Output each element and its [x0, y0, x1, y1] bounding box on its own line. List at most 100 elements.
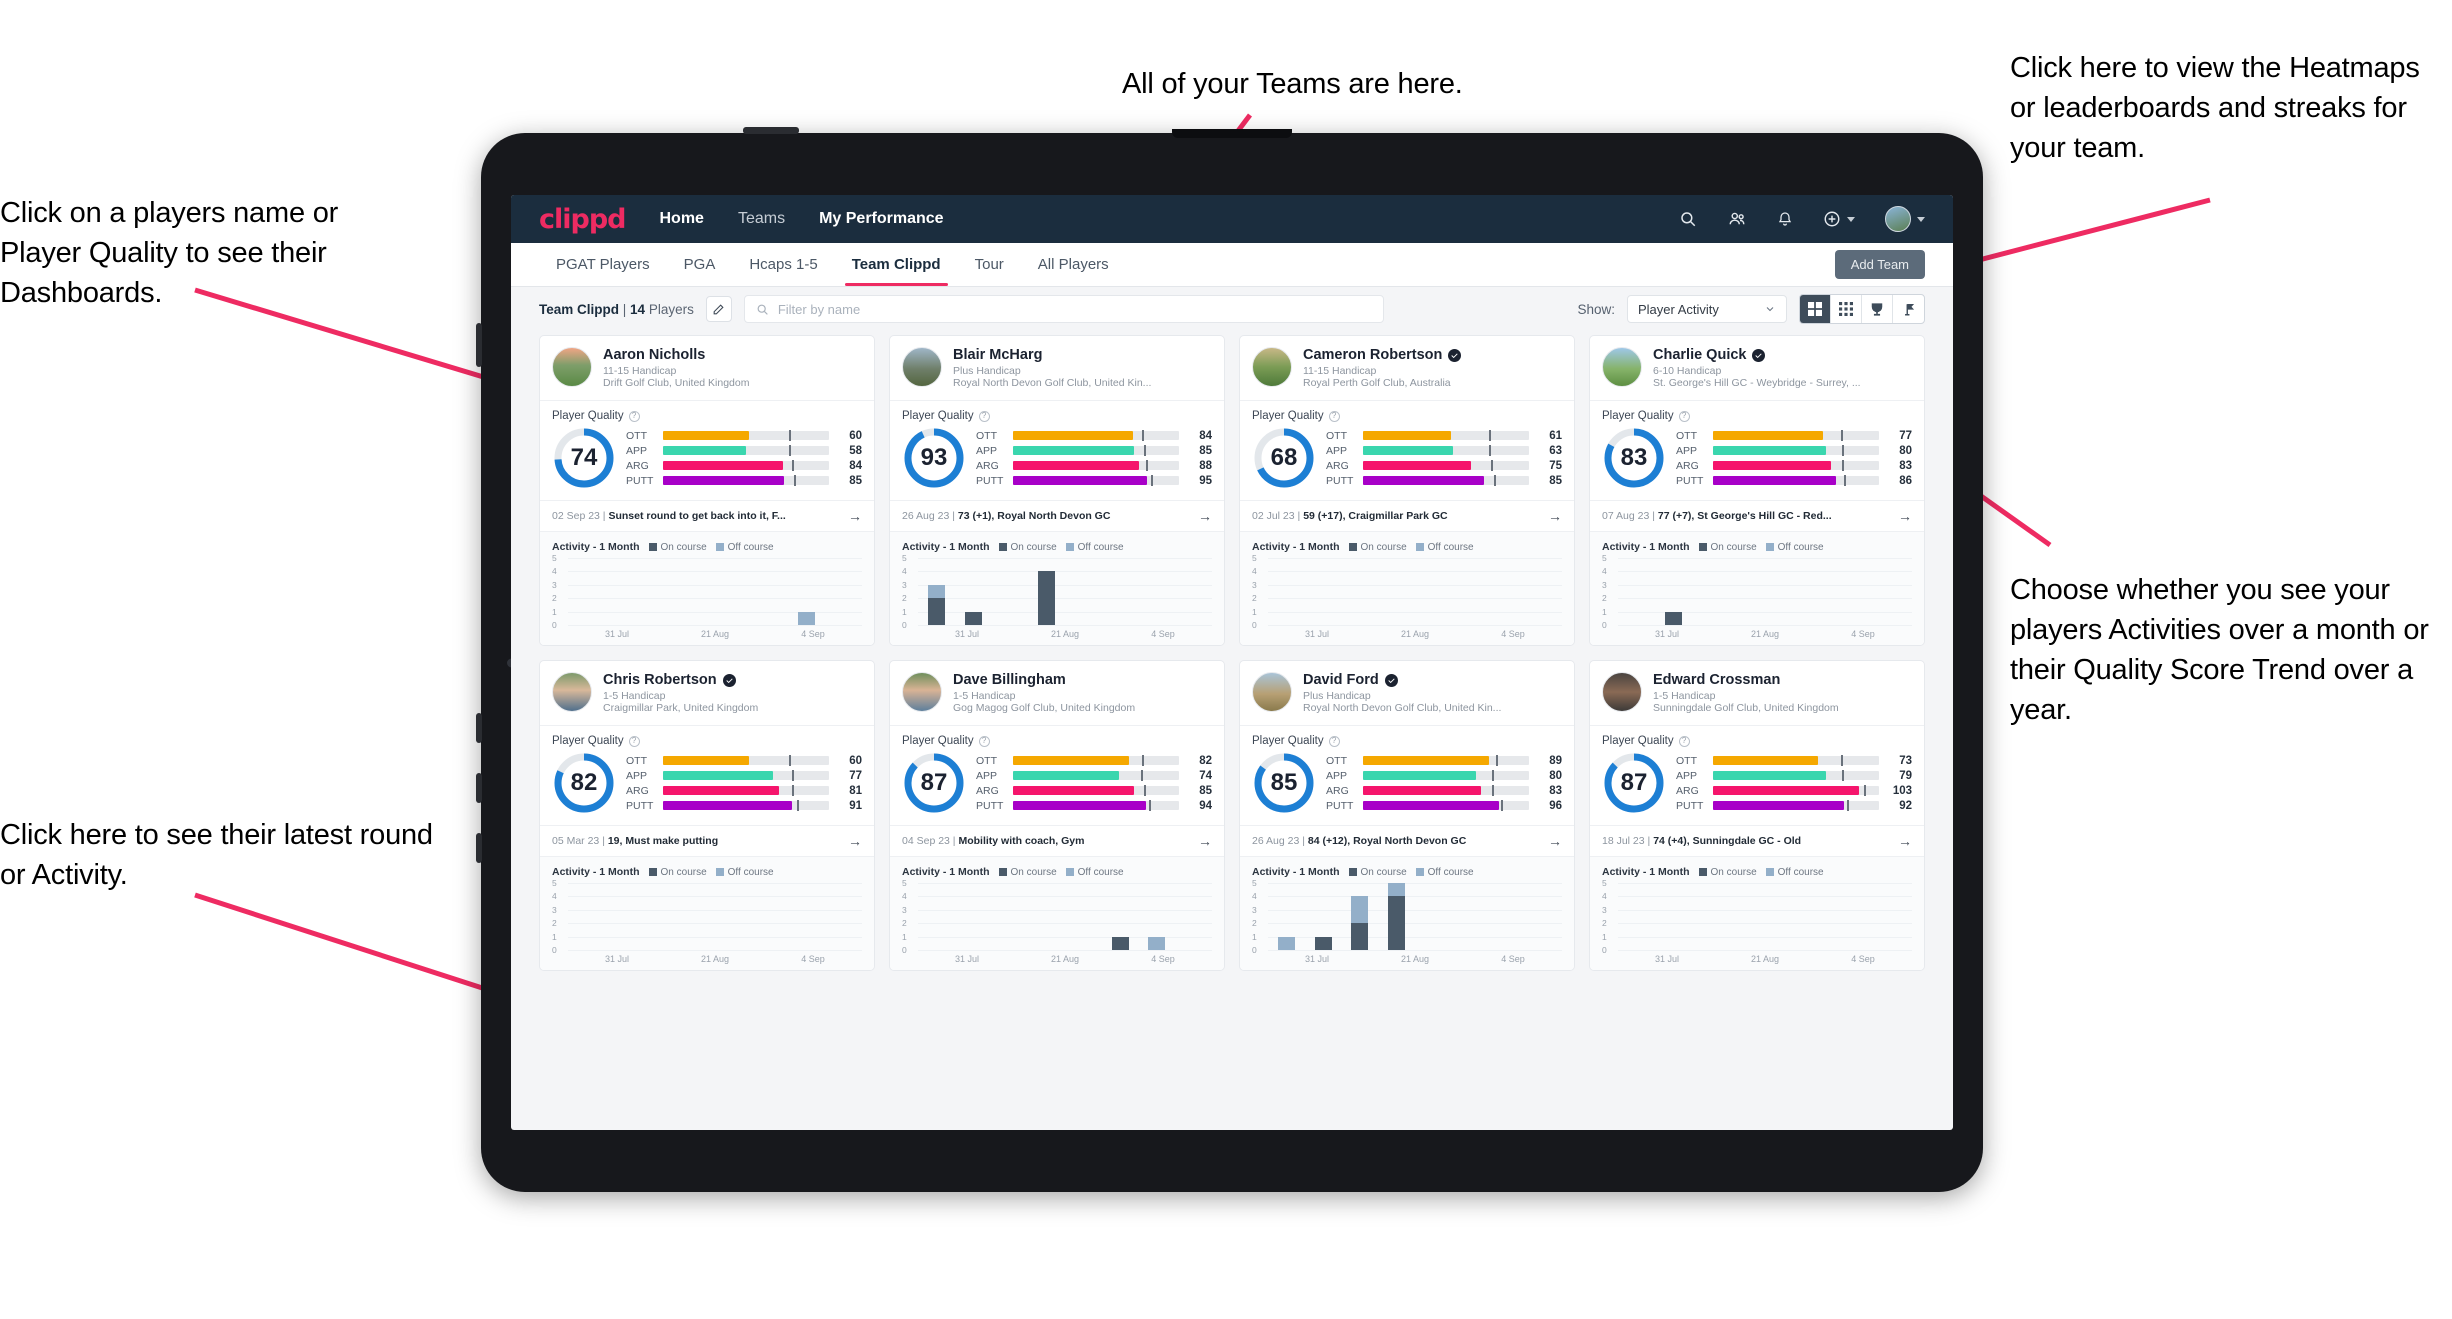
player-card-header[interactable]: Charlie Quick 6-10 Handicap St. George's H… — [1590, 336, 1924, 400]
player-quality-section[interactable]: Player Quality? 83 OTT 77 APP 80 ARG 83 PUTT 86 — [1590, 400, 1924, 500]
latest-activity-row[interactable]: 26 Aug 23 | 84 (+12), Royal North Devon … — [1240, 825, 1574, 856]
player-quality-section[interactable]: Player Quality? 82 OTT 60 APP 77 ARG 81 PUTT 91 — [540, 725, 874, 825]
add-team-button[interactable]: Add Team — [1834, 250, 1925, 279]
player-card[interactable]: Dave Billingham 1-5 Handicap Gog Magog Gol… — [889, 660, 1225, 971]
quality-score-ring[interactable]: 93 — [902, 426, 966, 490]
tab-all-players[interactable]: All Players — [1021, 243, 1126, 286]
player-quality-section[interactable]: Player Quality? 87 OTT 82 APP 74 ARG 85 PUTT 94 — [890, 725, 1224, 825]
quality-score-ring[interactable]: 82 — [552, 751, 616, 815]
latest-activity-text: 05 Mar 23 | 19, Must make putting — [552, 835, 719, 847]
quality-score-ring[interactable]: 87 — [902, 751, 966, 815]
metric-label: APP — [626, 769, 648, 782]
help-icon[interactable]: ? — [1328, 410, 1340, 422]
player-card-header[interactable]: David Ford Plus Handicap Royal North Devon… — [1240, 661, 1574, 725]
metric-bar-fill — [1013, 446, 1135, 455]
arrow-right-icon[interactable]: → — [848, 508, 862, 524]
tab-team-clippd[interactable]: Team Clippd — [835, 243, 958, 286]
player-card[interactable]: Aaron Nicholls 11-15 Handicap Drift Golf C… — [539, 335, 875, 646]
player-quality-section[interactable]: Player Quality? 85 OTT 89 APP 80 ARG 83 PUTT 96 — [1240, 725, 1574, 825]
clippd-logo[interactable]: clippd — [539, 204, 626, 235]
metric-value: 79 — [1899, 769, 1912, 782]
edit-team-button[interactable] — [705, 296, 732, 322]
tab-pga[interactable]: PGA — [667, 243, 733, 286]
people-icon[interactable] — [1727, 210, 1747, 228]
player-quality-body: 87 OTT 73 APP 79 ARG 103 PUTT 92 — [1602, 751, 1912, 815]
quality-score-ring[interactable]: 85 — [1252, 751, 1316, 815]
avatar[interactable] — [1885, 206, 1925, 232]
quality-score-ring[interactable]: 68 — [1252, 426, 1316, 490]
player-quality-section[interactable]: Player Quality? 68 OTT 61 APP 63 ARG 75 PUTT 85 — [1240, 400, 1574, 500]
player-card[interactable]: Edward Crossman 1-5 Handicap Sunningdale G… — [1589, 660, 1925, 971]
quality-score-ring[interactable]: 87 — [1602, 751, 1666, 815]
arrow-right-icon[interactable]: → — [1548, 833, 1562, 849]
chart-bar-slot — [1802, 883, 1839, 950]
player-card-header[interactable]: Edward Crossman 1-5 Handicap Sunningdale G… — [1590, 661, 1924, 725]
player-name-row: David Ford — [1303, 672, 1501, 688]
latest-activity-row[interactable]: 18 Jul 23 | 74 (+4), Sunningdale GC - Ol… — [1590, 825, 1924, 856]
arrow-right-icon[interactable]: → — [1898, 508, 1912, 524]
player-name[interactable]: Aaron Nicholls — [603, 347, 705, 363]
search-input[interactable]: Filter by name — [743, 295, 1384, 323]
latest-activity-row[interactable]: 02 Jul 23 | 59 (+17), Craigmillar Park G… — [1240, 500, 1574, 531]
latest-activity-row[interactable]: 02 Sep 23 | Sunset round to get back int… — [540, 500, 874, 531]
arrow-right-icon[interactable]: → — [1198, 508, 1212, 524]
tablet-volume-button — [476, 323, 482, 367]
tab-pgat-players[interactable]: PGAT Players — [539, 243, 667, 286]
chart-bar-slot — [1655, 558, 1692, 625]
help-icon[interactable]: ? — [628, 735, 640, 747]
latest-activity-row[interactable]: 26 Aug 23 | 73 (+1), Royal North Devon G… — [890, 500, 1224, 531]
player-name[interactable]: Cameron Robertson — [1303, 347, 1442, 363]
player-card[interactable]: Blair McHarg Plus Handicap Royal North Dev… — [889, 335, 1225, 646]
grid-small-icon[interactable] — [1831, 295, 1862, 323]
trophy-icon[interactable] — [1862, 295, 1893, 323]
help-icon[interactable]: ? — [978, 410, 990, 422]
arrow-right-icon[interactable]: → — [1548, 508, 1562, 524]
player-card-header[interactable]: Dave Billingham 1-5 Handicap Gog Magog Gol… — [890, 661, 1224, 725]
quality-score-ring[interactable]: 83 — [1602, 426, 1666, 490]
arrow-right-icon[interactable]: → — [1198, 833, 1212, 849]
latest-activity-row[interactable]: 07 Aug 23 | 77 (+7), St George's Hill GC… — [1590, 500, 1924, 531]
grid-large-icon[interactable] — [1800, 295, 1831, 323]
player-card[interactable]: Chris Robertson 1-5 Handicap Craigmillar P… — [539, 660, 875, 971]
help-icon[interactable]: ? — [1678, 735, 1690, 747]
help-icon[interactable]: ? — [628, 410, 640, 422]
player-quality-section[interactable]: Player Quality? 74 OTT 60 APP 58 ARG 84 PUTT 85 — [540, 400, 874, 500]
tab-tour[interactable]: Tour — [958, 243, 1021, 286]
latest-activity-row[interactable]: 05 Mar 23 | 19, Must make putting → — [540, 825, 874, 856]
chart-y-tick: 3 — [1602, 579, 1607, 590]
show-select[interactable]: Player Activity — [1627, 295, 1787, 323]
bell-icon[interactable] — [1777, 210, 1793, 228]
legend-on-course: On course — [1348, 867, 1407, 878]
arrow-right-icon[interactable]: → — [1898, 833, 1912, 849]
player-card-header[interactable]: Blair McHarg Plus Handicap Royal North Dev… — [890, 336, 1224, 400]
latest-activity-row[interactable]: 04 Sep 23 | Mobility with coach, Gym → — [890, 825, 1224, 856]
player-name[interactable]: Charlie Quick — [1653, 347, 1746, 363]
arrow-right-icon[interactable]: → — [848, 833, 862, 849]
latest-activity-text: 18 Jul 23 | 74 (+4), Sunningdale GC - Ol… — [1602, 835, 1802, 847]
help-icon[interactable]: ? — [1328, 735, 1340, 747]
player-name[interactable]: Edward Crossman — [1653, 672, 1780, 688]
player-name[interactable]: Blair McHarg — [953, 347, 1042, 363]
player-name[interactable]: David Ford — [1303, 672, 1379, 688]
player-card-header[interactable]: Cameron Robertson 11-15 Handicap Royal Per… — [1240, 336, 1574, 400]
player-card-header[interactable]: Aaron Nicholls 11-15 Handicap Drift Golf C… — [540, 336, 874, 400]
help-icon[interactable]: ? — [1678, 410, 1690, 422]
flag-icon[interactable] — [1893, 295, 1924, 323]
chart-y-tick: 0 — [902, 945, 907, 955]
tab-hcaps-1-5[interactable]: Hcaps 1-5 — [732, 243, 834, 286]
nav-link-my-performance[interactable]: My Performance — [819, 210, 944, 228]
player-quality-section[interactable]: Player Quality? 93 OTT 84 APP 85 ARG 88 PUTT 95 — [890, 400, 1224, 500]
search-icon[interactable] — [1679, 210, 1697, 228]
player-name[interactable]: Dave Billingham — [953, 672, 1066, 688]
help-icon[interactable]: ? — [978, 735, 990, 747]
player-card[interactable]: David Ford Plus Handicap Royal North Devon… — [1239, 660, 1575, 971]
nav-link-teams[interactable]: Teams — [738, 210, 785, 228]
nav-link-home[interactable]: Home — [660, 210, 704, 228]
quality-score-ring[interactable]: 74 — [552, 426, 616, 490]
player-card[interactable]: Cameron Robertson 11-15 Handicap Royal Per… — [1239, 335, 1575, 646]
player-name[interactable]: Chris Robertson — [603, 672, 717, 688]
player-card-header[interactable]: Chris Robertson 1-5 Handicap Craigmillar P… — [540, 661, 874, 725]
player-quality-section[interactable]: Player Quality? 87 OTT 73 APP 79 ARG 103 PUTT 92 — [1590, 725, 1924, 825]
plus-circle-icon[interactable] — [1823, 210, 1855, 228]
player-card[interactable]: Charlie Quick 6-10 Handicap St. George's H… — [1589, 335, 1925, 646]
